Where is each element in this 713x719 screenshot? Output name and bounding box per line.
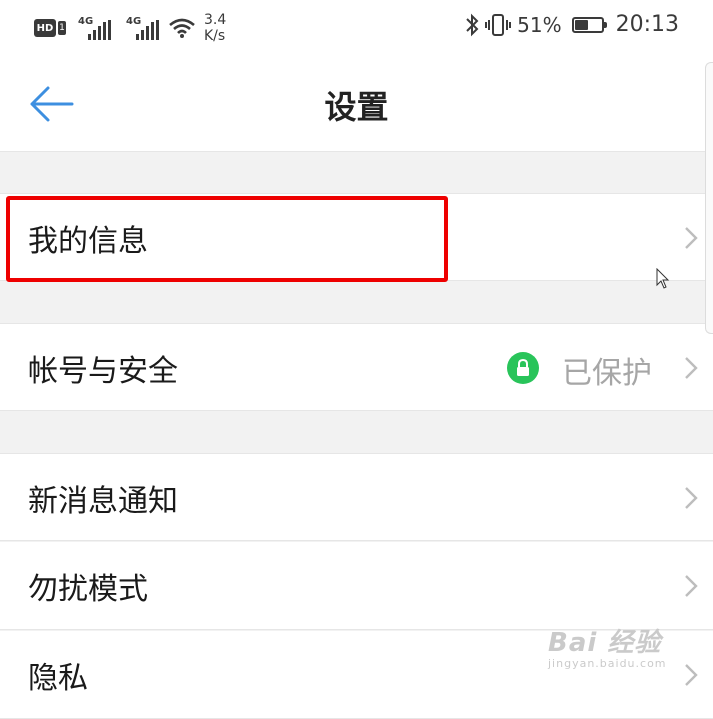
net-speed-unit: K/s — [204, 28, 226, 44]
bluetooth-icon — [466, 13, 479, 36]
signal-bars-icon — [136, 20, 159, 40]
highlight-box — [6, 196, 448, 282]
watermark-url: jingyan.baidu.com — [548, 657, 667, 670]
chevron-right-icon — [685, 664, 698, 686]
net-speed-value: 3.4 — [204, 12, 227, 28]
settings-item-label: 新消息通知 — [28, 484, 178, 519]
signal-1: 4G — [78, 16, 114, 40]
settings-item-label: 隐私 — [28, 661, 88, 696]
settings-item-new-message-notify[interactable]: 新消息通知 — [0, 453, 713, 541]
watermark-brand: Bai 经验 — [548, 628, 662, 658]
mouse-cursor-icon — [656, 268, 670, 289]
chevron-right-icon — [685, 575, 698, 597]
status-bar: HD 1 4G 4G 3.4 K/s 51% 20:13 — [0, 0, 713, 52]
battery-icon — [571, 16, 607, 33]
clock: 20:13 — [615, 12, 679, 37]
wifi-icon — [169, 18, 195, 38]
battery-percent: 51% — [517, 12, 562, 37]
signal-2: 4G — [126, 16, 162, 40]
vibrate-icon — [485, 13, 512, 36]
security-status: 已保护 — [562, 356, 652, 391]
battery-fill — [574, 19, 588, 30]
chevron-right-icon — [685, 357, 698, 379]
settings-item-do-not-disturb[interactable]: 勿扰模式 — [0, 542, 713, 630]
nav-bar: 设置 — [0, 52, 713, 152]
hd-badge: HD — [34, 19, 56, 37]
side-edge-handle[interactable] — [705, 62, 713, 334]
chevron-right-icon — [685, 487, 698, 509]
lock-glyph — [517, 359, 529, 376]
net-speed: 3.4 K/s — [204, 12, 226, 44]
settings-item-label: 帐号与安全 — [28, 354, 178, 389]
hd-sim-badge: 1 — [58, 21, 66, 35]
status-bar-left: HD 1 4G 4G 3.4 K/s — [34, 12, 226, 44]
page-title: 设置 — [324, 88, 389, 126]
settings-item-label: 勿扰模式 — [28, 572, 148, 607]
signal-bars-icon — [88, 20, 111, 40]
status-bar-right: 51% 20:13 — [465, 12, 679, 37]
settings-item-account-security[interactable]: 帐号与安全 已保护 — [0, 323, 713, 411]
chevron-right-icon — [685, 227, 698, 249]
lock-icon — [507, 352, 539, 384]
baidu-watermark: Bai 经验 jingyan.baidu.com — [548, 622, 667, 670]
